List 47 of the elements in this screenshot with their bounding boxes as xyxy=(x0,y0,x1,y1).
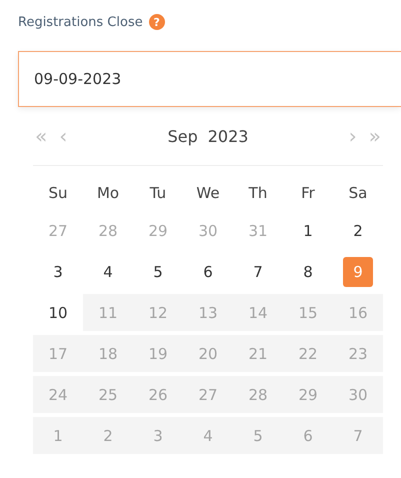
day-cell-text: 25 xyxy=(97,384,119,406)
day-cell-text: 2 xyxy=(102,426,114,446)
day-cell-text: 3 xyxy=(152,426,164,446)
day-cell-text: 27 xyxy=(197,384,219,406)
day-cell-text: 13 xyxy=(197,302,219,324)
day-cell-text: 7 xyxy=(352,426,364,446)
day-cell-text: 11 xyxy=(97,302,119,324)
day-cell-text: 12 xyxy=(147,302,169,324)
month-label[interactable]: Sep xyxy=(168,126,198,146)
weekday-label: Th xyxy=(248,183,268,204)
day-cell[interactable]: 5 xyxy=(143,256,173,286)
day-cell-text: 28 xyxy=(247,384,269,406)
weekday-label: Tu xyxy=(148,183,168,204)
day-cell-text: 22 xyxy=(297,344,319,364)
day-cell[interactable]: 3 xyxy=(43,256,73,286)
weekday-label: Fr xyxy=(300,183,316,204)
day-cell-text: 30 xyxy=(347,384,369,406)
day-cell-text: 23 xyxy=(347,344,369,364)
day-cell-text: 4 xyxy=(202,426,214,446)
day-cell-text: 15 xyxy=(297,302,319,324)
day-cell[interactable]: 1 xyxy=(293,216,323,246)
day-cell-text: 21 xyxy=(247,344,269,364)
day-cell-text: 17 xyxy=(47,344,69,364)
day-cell-text: 26 xyxy=(147,384,169,406)
weekday-label: Su xyxy=(47,183,69,204)
day-cell[interactable]: 10 xyxy=(43,298,73,328)
day-cell[interactable]: 4 xyxy=(93,256,123,286)
day-cell[interactable]: 8 xyxy=(293,256,323,286)
day-cell[interactable]: 6 xyxy=(193,256,223,286)
weekday-label: Mo xyxy=(96,183,120,204)
day-cell-text: 20 xyxy=(197,344,219,364)
day-cell-text: 14 xyxy=(247,302,269,324)
day-cell-text: 29 xyxy=(297,384,319,406)
field-label: Registrations Close xyxy=(18,14,143,30)
day-cell[interactable]: 7 xyxy=(243,256,273,286)
day-cell[interactable]: 2 xyxy=(343,216,373,246)
day-cell-text: 6 xyxy=(302,426,314,446)
weekday-label: Sa xyxy=(348,183,368,204)
year-label[interactable]: 2023 xyxy=(208,126,248,146)
day-cell-text: 1 xyxy=(52,426,64,446)
day-cell-text: 24 xyxy=(47,384,69,406)
day-cell-text: 5 xyxy=(252,426,264,446)
weekday-label: We xyxy=(195,183,221,204)
day-cell-text: 18 xyxy=(97,344,119,364)
day-cell-text: 19 xyxy=(147,344,169,364)
date-field[interactable]: 09-09-2023 xyxy=(18,51,401,107)
day-cell-text: 16 xyxy=(347,302,369,324)
